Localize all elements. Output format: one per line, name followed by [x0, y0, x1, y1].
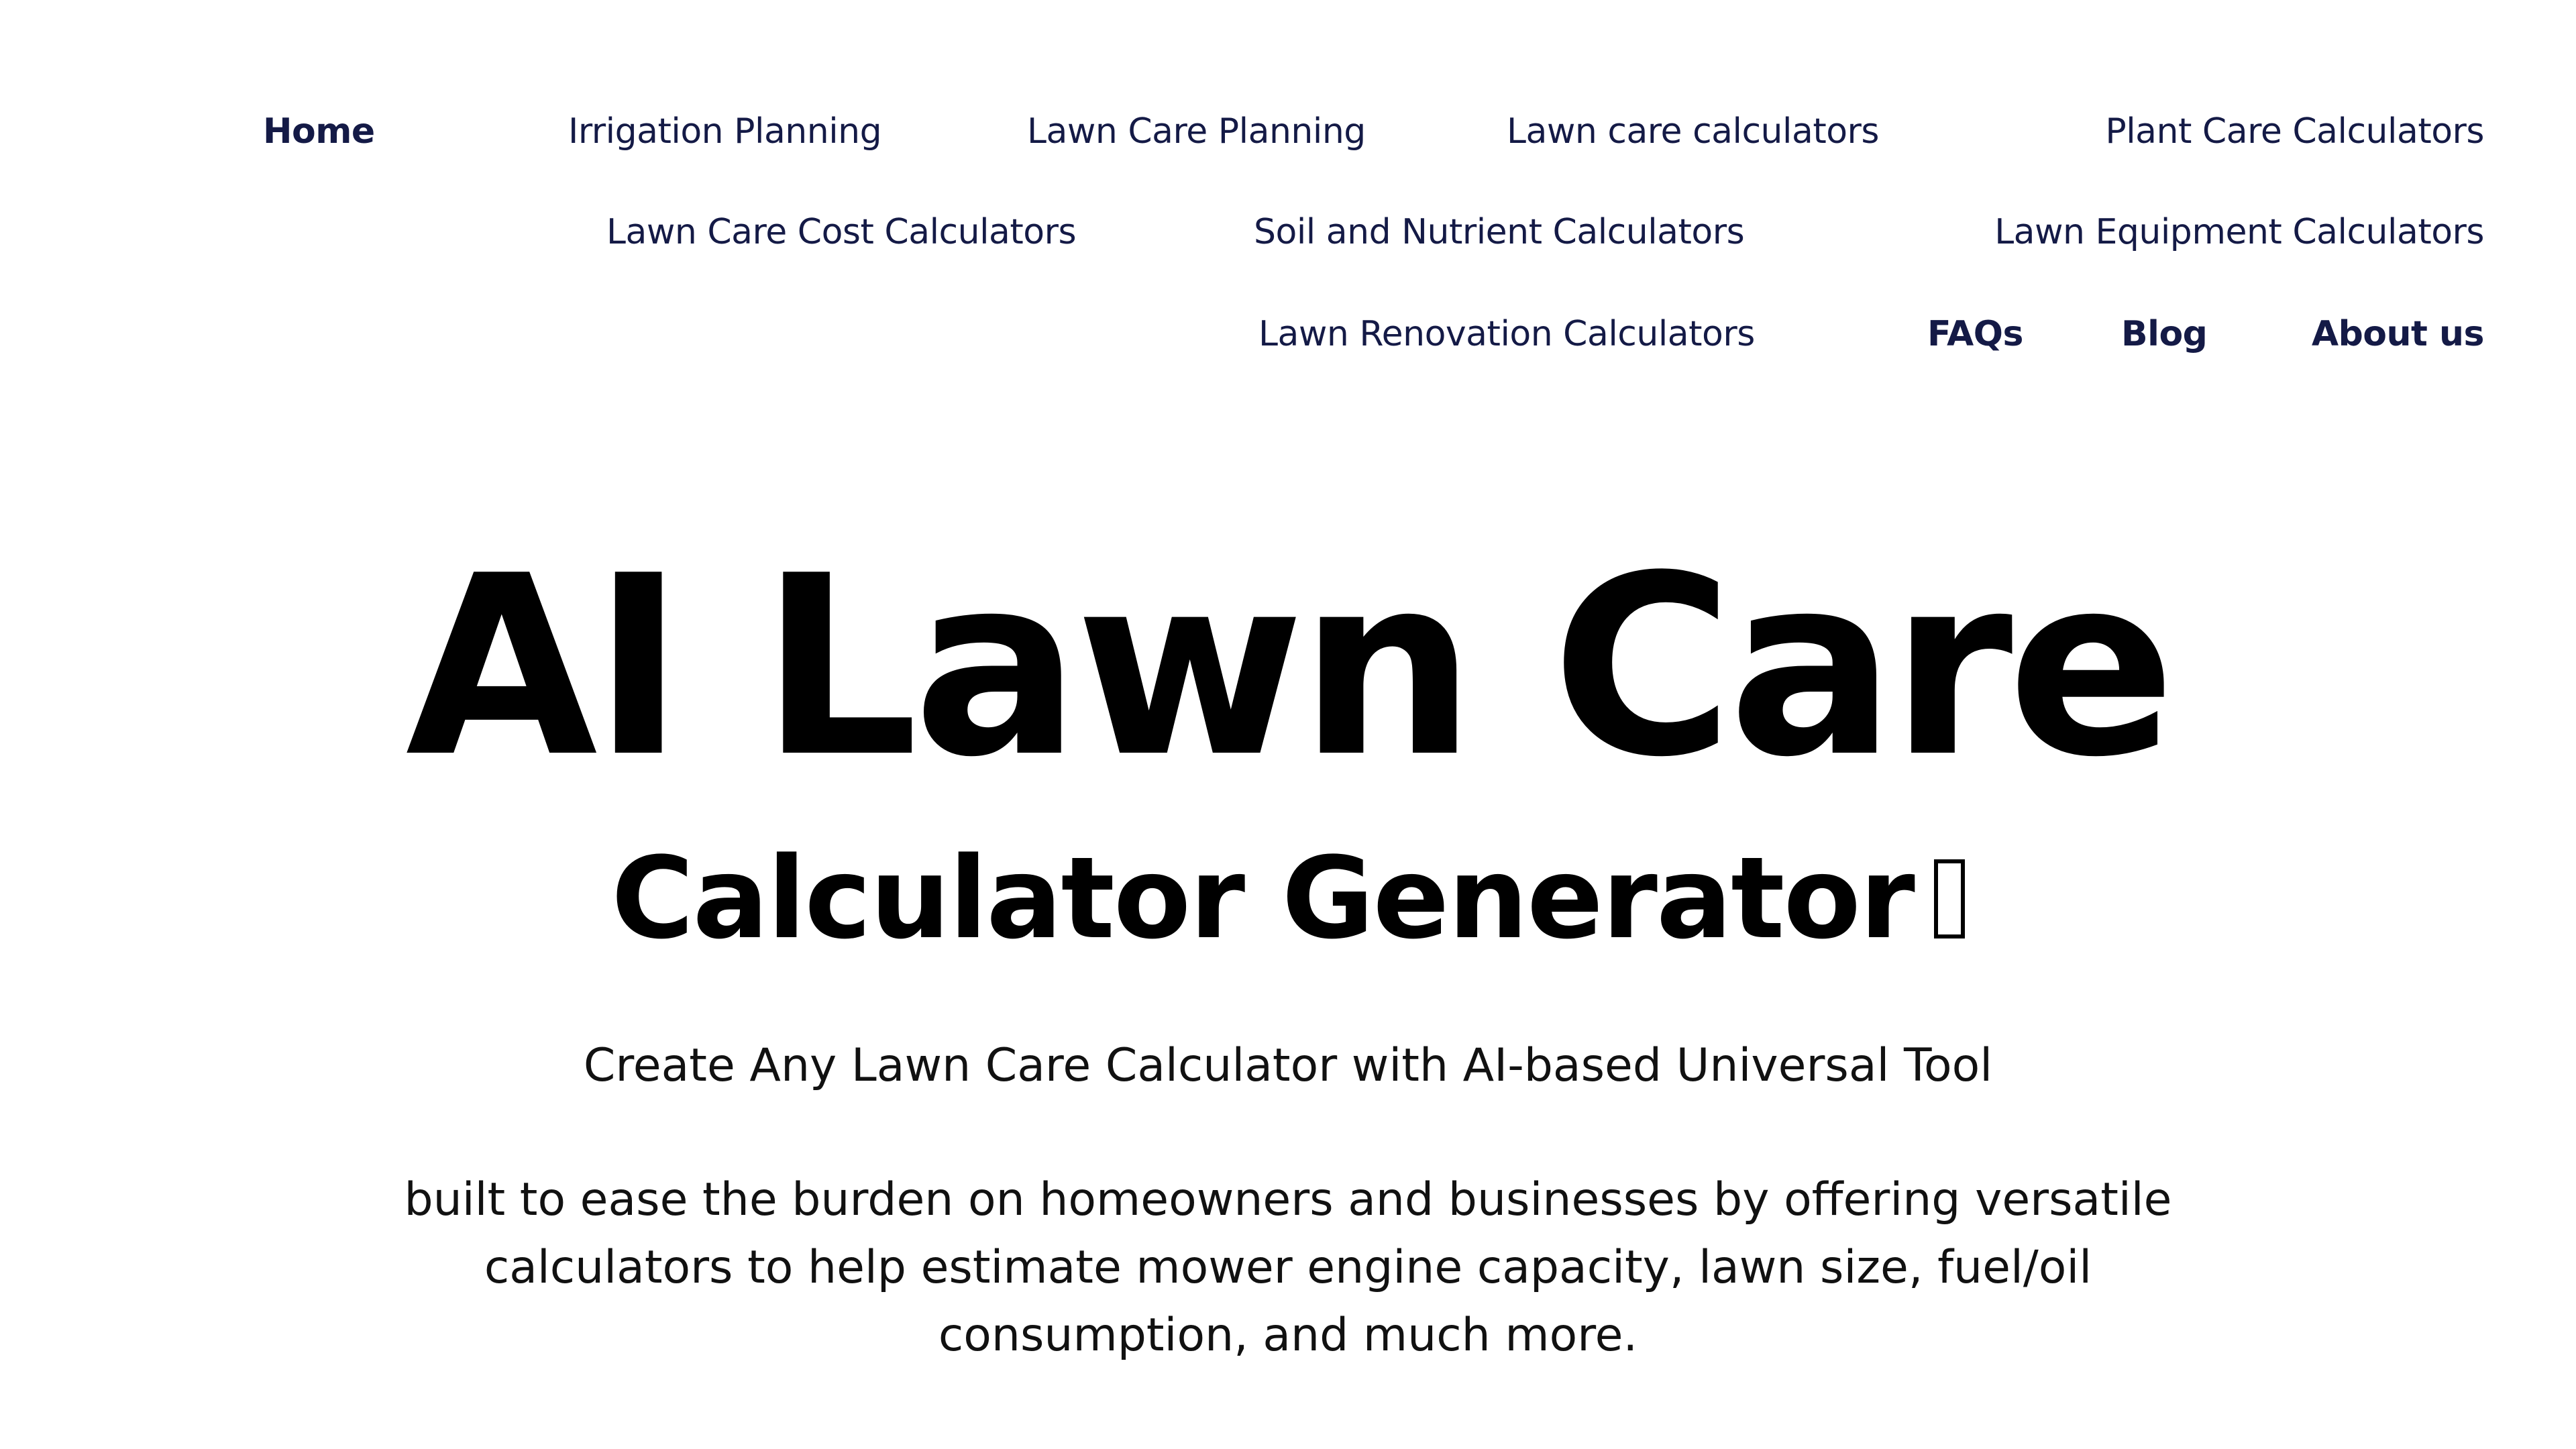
nav-irrigation-planning[interactable]: Irrigation Planning — [568, 114, 882, 149]
nav-lawn-care-calculators[interactable]: Lawn care calculators — [1507, 114, 1880, 149]
nav-lawn-renovation-calculators[interactable]: Lawn Renovation Calculators — [1258, 317, 1755, 352]
nav-home[interactable]: Home — [263, 114, 375, 149]
nav-lawn-care-planning[interactable]: Lawn Care Planning — [1027, 114, 1366, 149]
hero-subtitle-text: Calculator Generator — [611, 833, 1915, 964]
nav-lawn-equipment-calculators[interactable]: Lawn Equipment Calculators — [1994, 215, 2484, 250]
hero-tagline: Create Any Lawn Care Calculator with AI-… — [583, 1039, 1993, 1092]
missing-glyph-icon — [1933, 859, 1965, 938]
hero-description: built to ease the burden on homeowners a… — [404, 1173, 2172, 1362]
nav-lawn-care-cost-calculators[interactable]: Lawn Care Cost Calculators — [606, 215, 1077, 250]
hero-title: AI Lawn Care — [405, 523, 2176, 812]
nav-blog[interactable]: Blog — [2121, 317, 2208, 352]
hero-subtitle: Calculator Generator — [0, 842, 2576, 955]
nav-about-us[interactable]: About us — [2312, 317, 2485, 352]
nav-soil-nutrient-calculators[interactable]: Soil and Nutrient Calculators — [1254, 215, 1745, 250]
nav-faqs[interactable]: FAQs — [1927, 317, 2023, 352]
nav-plant-care-calculators[interactable]: Plant Care Calculators — [2105, 114, 2484, 149]
